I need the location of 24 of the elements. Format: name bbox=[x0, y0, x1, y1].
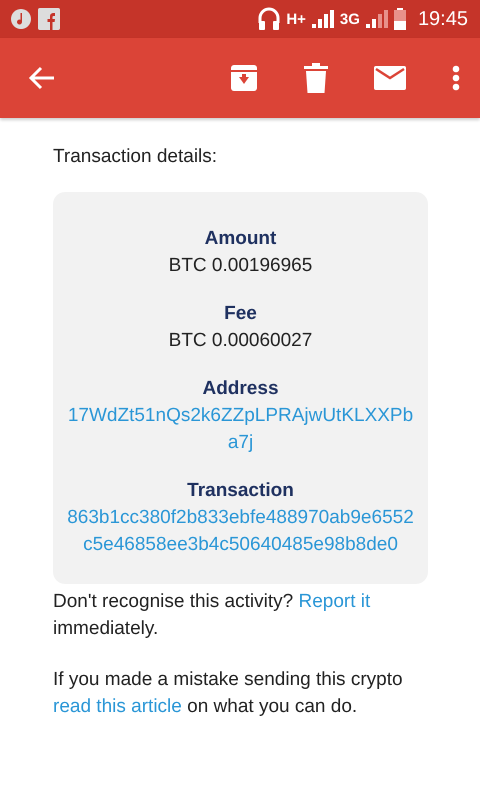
detail-label: Fee bbox=[223, 302, 258, 326]
clock: 19:45 bbox=[418, 8, 468, 30]
text-link[interactable]: Report it bbox=[298, 591, 370, 612]
archive-button[interactable] bbox=[228, 62, 260, 94]
battery-icon bbox=[394, 8, 406, 30]
network-type: 3G bbox=[340, 10, 360, 28]
paragraph: If you made a mistake sending this crypto read this article on what you can do. bbox=[53, 668, 404, 719]
text-link[interactable]: read this article bbox=[53, 696, 182, 717]
detail-label: Transaction bbox=[186, 479, 295, 503]
detail-value: BTC 0.00196965 bbox=[168, 254, 314, 278]
detail-link[interactable]: 17WdZt51nQs2k6ZZpLPRAjwUtKLXXPba7j bbox=[67, 402, 414, 456]
headphones-icon bbox=[258, 7, 280, 31]
detail-link[interactable]: 863b1cc380f2b833ebfe488970ab9e6552c5e46858ee3b4c50640485e98b8de0 bbox=[67, 504, 414, 558]
paragraph: Don't recognise this activity? Report it immediately. bbox=[53, 590, 372, 641]
facebook-icon bbox=[38, 8, 60, 30]
detail-label: Amount bbox=[204, 227, 278, 251]
signal-icon bbox=[366, 10, 388, 28]
delete-button[interactable] bbox=[302, 62, 330, 94]
heading: Transaction details: bbox=[53, 146, 218, 168]
signal-icon bbox=[312, 10, 334, 28]
network-type: H+ bbox=[286, 10, 306, 28]
music-app-icon bbox=[10, 8, 32, 30]
detail-label: Address bbox=[201, 377, 280, 401]
detail-value: BTC 0.00060027 bbox=[168, 329, 314, 353]
